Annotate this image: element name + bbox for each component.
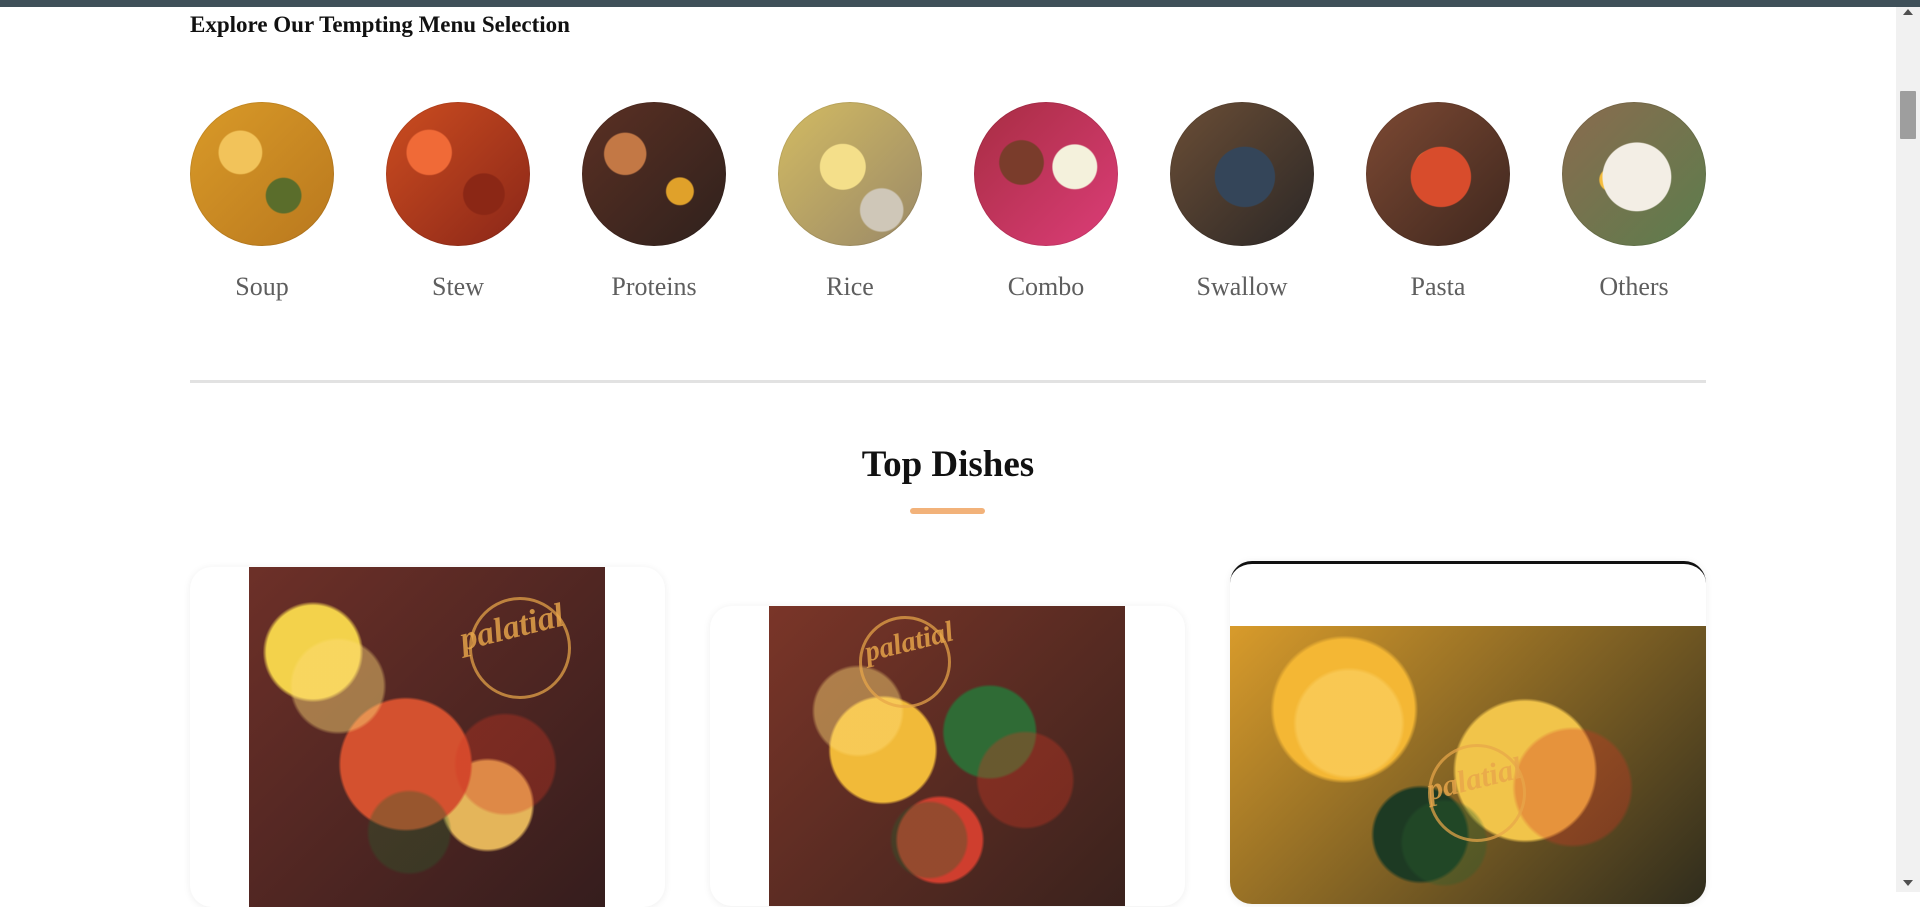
category-label[interactable]: Swallow [1170,272,1314,302]
scrollbar-thumb[interactable] [1900,91,1916,139]
category-label[interactable]: Soup [190,272,334,302]
title-accent-underline [910,508,985,514]
category-others[interactable]: Others [1562,102,1706,302]
egusi-soup-image[interactable]: palatial [1230,626,1706,904]
category-swallow[interactable]: Swallow [1170,102,1314,302]
top-dishes-title: Top Dishes [861,444,1035,485]
scroll-up-icon[interactable] [1903,9,1913,15]
category-pasta[interactable]: Pasta [1366,102,1510,302]
category-label[interactable]: Pasta [1366,272,1510,302]
category-label[interactable]: Proteins [582,272,726,302]
combo-image[interactable] [974,102,1118,246]
soup-image[interactable] [190,102,334,246]
category-label[interactable]: Rice [778,272,922,302]
swallow-image[interactable] [1170,102,1314,246]
stew-image[interactable] [386,102,530,246]
category-proteins[interactable]: Proteins [582,102,726,302]
category-soup[interactable]: Soup [190,102,334,302]
vertical-scrollbar[interactable] [1896,7,1920,892]
category-combo[interactable]: Combo [974,102,1118,302]
explore-menu-title: Explore Our Tempting Menu Selection [190,12,570,37]
menu-category-list: Soup Stew Proteins Rice Combo Swallow Pa… [190,102,1706,302]
category-label[interactable]: Stew [386,272,530,302]
top-window-bar [0,0,1920,7]
proteins-image[interactable] [582,102,726,246]
category-label[interactable]: Combo [974,272,1118,302]
category-rice[interactable]: Rice [778,102,922,302]
rice-image[interactable] [778,102,922,246]
top-dish-card[interactable]: palatial [710,606,1185,906]
top-dish-card[interactable]: palatial [190,567,665,907]
category-stew[interactable]: Stew [386,102,530,302]
pasta-image[interactable] [1366,102,1510,246]
top-dish-card[interactable]: palatial [1230,561,1706,904]
others-image[interactable] [1562,102,1706,246]
scroll-down-icon[interactable] [1903,880,1913,886]
fish-pepper-soup-image[interactable]: palatial [249,567,605,907]
vegetable-fish-stew-image[interactable]: palatial [769,606,1125,906]
section-divider [190,380,1706,383]
category-label[interactable]: Others [1562,272,1706,302]
